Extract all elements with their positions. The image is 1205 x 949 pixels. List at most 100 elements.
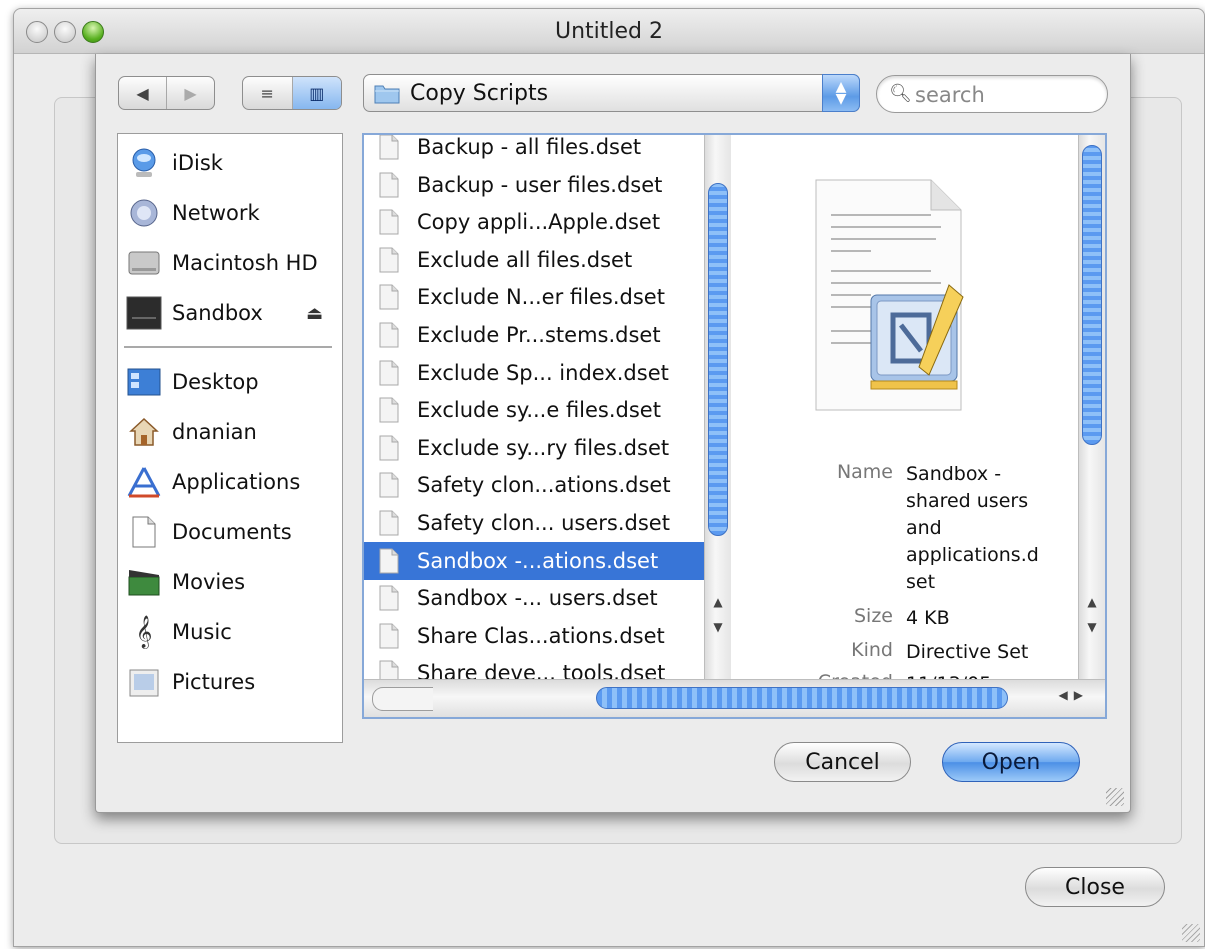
file-name: Safety clon... users.dset <box>417 511 670 535</box>
sidebar-item-macintosh-hd[interactable]: Macintosh HD <box>126 241 336 285</box>
document-icon <box>378 135 400 161</box>
preview-pane: Name Sandbox - shared users and applicat… <box>731 135 1078 695</box>
preview-scrollbar[interactable]: ▲ ▼ <box>1078 135 1105 680</box>
file-row[interactable]: Exclude all files.dset <box>364 241 704 279</box>
home-icon <box>126 416 162 448</box>
sheet-resize-grip[interactable] <box>1106 788 1124 806</box>
sidebar-item-documents[interactable]: Documents <box>126 510 336 554</box>
file-name: Copy appli...Apple.dset <box>417 210 661 235</box>
title-bar[interactable]: Untitled 2 <box>14 9 1204 54</box>
music-icon: 𝄞 <box>135 615 153 648</box>
document-icon <box>378 396 400 424</box>
sidebar-item-movies[interactable]: Movies <box>126 560 336 604</box>
file-row[interactable]: Exclude sy...e files.dset <box>364 391 704 429</box>
document-icon <box>378 622 400 650</box>
file-row[interactable]: Safety clon...ations.dset <box>364 466 704 504</box>
eject-icon[interactable]: ⏏ <box>306 303 323 324</box>
list-view-icon: ≡ <box>260 83 274 103</box>
scroll-thumb[interactable] <box>1082 145 1102 445</box>
scroll-left-right-arrows-icon[interactable]: ◀▶ <box>1059 688 1089 702</box>
scroll-thumb[interactable] <box>708 183 728 536</box>
location-popup[interactable]: Copy Scripts ▲ ▼ <box>363 74 860 112</box>
file-name: Share deve... tools.dset <box>417 661 666 680</box>
scroll-track-left <box>372 687 433 711</box>
scroll-up-arrow-icon[interactable]: ▲ <box>705 595 731 609</box>
file-name: Exclude N...er files.dset <box>417 285 665 310</box>
sidebar-item-label: Macintosh HD <box>172 251 318 275</box>
sidebar-item-label: dnanian <box>172 420 257 444</box>
search-input[interactable] <box>913 81 1097 109</box>
idisk-icon <box>126 147 162 179</box>
column-view-button[interactable]: ▥ <box>291 77 341 109</box>
view-mode-control: ≡ ▥ <box>242 76 342 110</box>
sidebar-item-label: Movies <box>172 570 246 594</box>
file-row[interactable]: Sandbox -...ations.dset <box>364 541 704 580</box>
file-name: Exclude Sp... index.dset <box>417 360 669 385</box>
list-view-button[interactable]: ≡ <box>243 77 292 109</box>
window-resize-grip[interactable] <box>1182 924 1200 942</box>
size-label: Size <box>853 605 893 627</box>
scroll-down-arrow-icon[interactable]: ▼ <box>705 620 731 634</box>
forward-button[interactable]: ▶ <box>166 77 214 109</box>
file-row[interactable]: Exclude Pr...stems.dset <box>364 316 704 354</box>
file-row[interactable]: Exclude sy...ry files.dset <box>364 429 704 467</box>
search-icon: 🔍︎ <box>889 83 912 104</box>
disk-image-icon <box>126 296 162 330</box>
sidebar-item-network[interactable]: Network <box>126 191 336 235</box>
file-row[interactable]: Backup - user files.dset <box>364 166 704 204</box>
sidebar-item-home[interactable]: dnanian <box>126 410 336 454</box>
folder-icon <box>374 85 400 104</box>
sidebar-item-idisk[interactable]: iDisk <box>126 141 336 185</box>
document-icon <box>378 283 400 311</box>
file-row[interactable]: Sandbox -... users.dset <box>364 579 704 617</box>
file-row[interactable]: Share deve... tools.dset <box>364 654 704 680</box>
sidebar-divider <box>124 346 332 349</box>
sidebar-item-label: Sandbox <box>172 301 263 325</box>
movies-icon <box>126 566 162 598</box>
file-row[interactable]: Exclude N...er files.dset <box>364 278 704 316</box>
sidebar-item-pictures[interactable]: Pictures <box>126 660 336 704</box>
cancel-button[interactable]: Cancel <box>774 742 911 782</box>
file-row[interactable]: Share Clas...ations.dset <box>364 617 704 655</box>
kind-value: Directive Set <box>906 641 1029 663</box>
open-button[interactable]: Open <box>942 742 1080 782</box>
file-row[interactable]: Exclude Sp... index.dset <box>364 354 704 392</box>
file-column-scrollbar[interactable]: ▲ ▼ <box>704 135 731 680</box>
name-label: Name <box>836 461 893 483</box>
sidebar-item-desktop[interactable]: Desktop <box>126 360 336 404</box>
sidebar-item-label: Applications <box>172 470 301 494</box>
file-column: Backup - all files.dset Backup - user fil… <box>364 135 704 680</box>
size-value: 4 KB <box>906 607 950 629</box>
sidebar-item-music[interactable]: 𝄞 Music <box>126 610 336 654</box>
horizontal-scrollbar[interactable]: ◀▶ <box>364 679 1105 717</box>
file-name: Backup - user files.dset <box>417 172 663 197</box>
file-row[interactable]: Safety clon... users.dset <box>364 504 704 542</box>
applications-icon <box>126 466 162 498</box>
sidebar-item-label: iDisk <box>172 151 223 175</box>
file-name: Backup - all files.dset <box>417 135 642 159</box>
file-name: Exclude sy...e files.dset <box>417 398 661 423</box>
horizontal-scroll-thumb[interactable] <box>596 687 1008 709</box>
file-name: Share Clas...ations.dset <box>417 623 665 648</box>
search-field[interactable]: 🔍︎ <box>876 75 1108 113</box>
back-button[interactable]: ◀ <box>119 77 166 109</box>
scroll-down-arrow-icon[interactable]: ▼ <box>1079 620 1105 634</box>
window-title: Untitled 2 <box>554 19 663 44</box>
sidebar-item-applications[interactable]: Applications <box>126 460 336 504</box>
close-button[interactable]: Close <box>1025 867 1165 907</box>
open-panel-sheet: ◀ ▶ ≡ ▥ Copy Scripts ▲▼ 🔍︎ iDisk Net <box>95 54 1131 813</box>
file-name: Sandbox -...ations.dset <box>417 548 659 573</box>
file-name: Exclude Pr...stems.dset <box>417 323 661 347</box>
scroll-up-arrow-icon[interactable]: ▲ <box>1079 595 1105 609</box>
file-row[interactable]: Copy appli...Apple.dset <box>364 203 704 241</box>
document-icon <box>378 584 400 612</box>
kind-label: Kind <box>851 639 893 661</box>
popup-arrows-icon: ▲ ▼ <box>822 74 860 112</box>
sidebar-item-sandbox[interactable]: Sandbox ⏏ <box>126 291 336 335</box>
file-name: Safety clon...ations.dset <box>417 473 671 498</box>
file-row[interactable]: Backup - all files.dset <box>364 135 704 166</box>
document-icon <box>378 509 400 537</box>
sidebar-item-label: Documents <box>172 520 292 544</box>
hard-drive-icon <box>126 247 162 279</box>
sidebar-item-label: Music <box>172 620 232 644</box>
